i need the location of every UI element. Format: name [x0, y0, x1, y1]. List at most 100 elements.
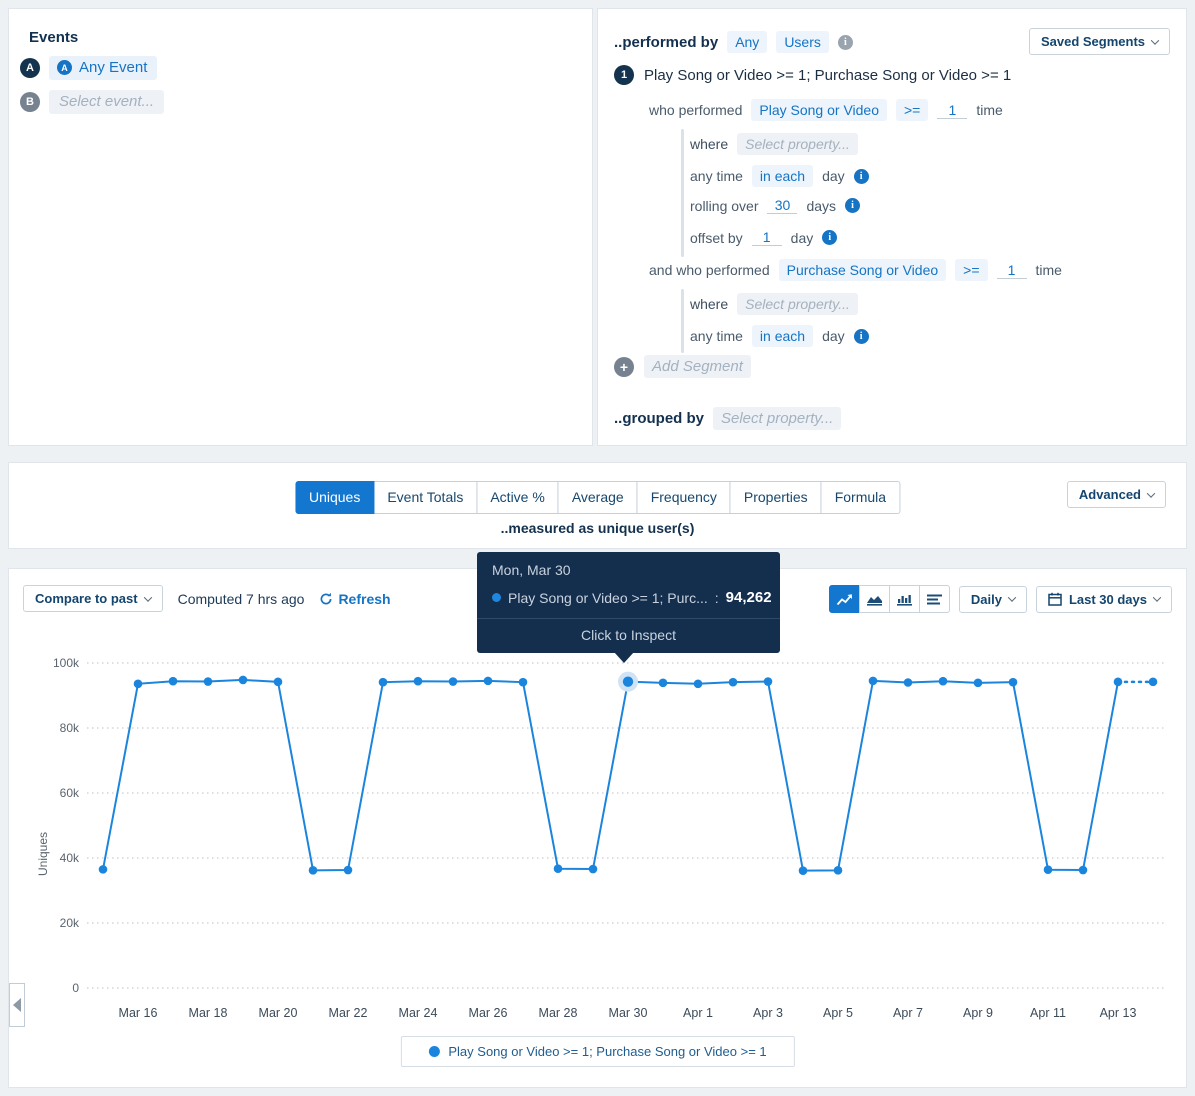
rolling-input[interactable]	[767, 197, 797, 214]
data-point[interactable]	[344, 866, 353, 875]
data-point[interactable]	[974, 679, 983, 688]
highlighted-data-point[interactable]	[623, 676, 633, 686]
data-point[interactable]	[99, 865, 108, 874]
data-point[interactable]	[309, 866, 318, 875]
data-point[interactable]	[414, 677, 423, 686]
clause1-offset-row: offset by day i	[690, 229, 837, 246]
add-segment-button[interactable]: Add Segment	[644, 355, 751, 378]
measured-as-text: ..measured as unique user(s)	[9, 520, 1186, 536]
chevron-down-icon	[1147, 489, 1155, 497]
data-point[interactable]	[904, 678, 913, 687]
clause1-anytime-row: any time in each day i	[690, 165, 869, 187]
tab-active-percent[interactable]: Active %	[476, 481, 558, 514]
data-point[interactable]	[1044, 865, 1053, 874]
data-point[interactable]	[1149, 678, 1158, 687]
clause1-count-input[interactable]	[937, 102, 967, 119]
data-point[interactable]	[554, 864, 563, 873]
chart-tooltip: Mon, Mar 30 Play Song or Video >= 1; Pur…	[477, 552, 780, 653]
x-tick-label: Apr 9	[963, 1006, 993, 1020]
data-point[interactable]	[659, 679, 668, 688]
data-point[interactable]	[799, 866, 808, 875]
performed-by-row: ..performed by Any Users i	[614, 31, 853, 53]
event-select-b[interactable]: Select event...	[49, 90, 164, 114]
data-point[interactable]	[939, 677, 948, 686]
x-tick-label: Mar 24	[399, 1006, 438, 1020]
tab-formula[interactable]: Formula	[821, 481, 900, 514]
y-tick-label: 80k	[60, 721, 80, 735]
data-point[interactable]	[1079, 866, 1088, 875]
tooltip-separator: :	[715, 590, 719, 606]
y-tick-label: 20k	[60, 916, 80, 930]
clause2-where-row: where Select property...	[690, 293, 858, 315]
chart-legend[interactable]: Play Song or Video >= 1; Purchase Song o…	[400, 1036, 794, 1067]
clause2-count-input[interactable]	[997, 262, 1027, 279]
data-point[interactable]	[204, 677, 213, 686]
collapse-panel-handle[interactable]	[9, 983, 25, 1027]
advanced-button[interactable]: Advanced	[1067, 481, 1166, 508]
x-tick-label: Apr 11	[1030, 1006, 1066, 1020]
clause1-event-pill[interactable]: Play Song or Video	[751, 99, 887, 121]
data-point[interactable]	[134, 680, 143, 689]
offset-label: offset by	[690, 230, 743, 246]
clause1-suffix: time	[976, 102, 1002, 118]
saved-segments-button[interactable]: Saved Segments	[1029, 28, 1170, 55]
tooltip-caret	[614, 652, 634, 663]
x-tick-label: Apr 3	[753, 1006, 783, 1020]
users-pill[interactable]: Users	[776, 31, 829, 53]
data-point[interactable]	[764, 677, 773, 686]
metrics-bar: Uniques Event Totals Active % Average Fr…	[8, 462, 1187, 549]
offset-info-icon[interactable]: i	[822, 230, 837, 245]
data-point[interactable]	[169, 677, 178, 686]
data-point[interactable]	[729, 678, 738, 687]
tooltip-series-dot	[492, 593, 501, 602]
clause1-where-select[interactable]: Select property...	[737, 133, 858, 155]
data-point[interactable]	[869, 677, 878, 686]
clause2-where-select[interactable]: Select property...	[737, 293, 858, 315]
tab-frequency[interactable]: Frequency	[637, 481, 731, 514]
clause1-row: who performed Play Song or Video >= time	[649, 99, 1003, 121]
clause1-indent-bar	[681, 129, 684, 257]
y-tick-label: 60k	[60, 786, 80, 800]
clause2-day-label: day	[822, 328, 845, 344]
y-tick-label: 0	[72, 981, 79, 995]
clause2-in-each-pill[interactable]: in each	[752, 325, 813, 347]
in-each-info-icon[interactable]: i	[854, 169, 869, 184]
clause2-event-pill[interactable]: Purchase Song or Video	[779, 259, 947, 281]
data-point[interactable]	[1009, 678, 1018, 687]
tab-average[interactable]: Average	[558, 481, 638, 514]
data-point[interactable]	[1114, 678, 1123, 687]
clause2-operator-pill[interactable]: >=	[955, 259, 987, 281]
data-point[interactable]	[519, 678, 528, 687]
clause2-in-each-info-icon[interactable]: i	[854, 329, 869, 344]
event-row-a: A A Any Event	[20, 56, 157, 80]
event-badge-a: A	[20, 58, 40, 78]
events-title: Events	[29, 29, 78, 46]
tab-uniques[interactable]: Uniques	[295, 481, 374, 514]
clause2-row: and who performed Purchase Song or Video…	[649, 259, 1062, 281]
offset-input[interactable]	[752, 229, 782, 246]
rolling-info-icon[interactable]: i	[845, 198, 860, 213]
data-point[interactable]	[484, 677, 493, 686]
tab-event-totals[interactable]: Event Totals	[373, 481, 477, 514]
tooltip-inspect-button[interactable]: Click to Inspect	[477, 618, 780, 653]
data-point[interactable]	[274, 678, 283, 687]
clause2-anytime-label: any time	[690, 328, 743, 344]
event-select-a[interactable]: A Any Event	[49, 56, 157, 80]
clause2-suffix: time	[1036, 262, 1062, 278]
data-point[interactable]	[449, 677, 458, 686]
x-tick-label: Mar 28	[539, 1006, 578, 1020]
event-label-a: Any Event	[79, 59, 147, 76]
any-pill[interactable]: Any	[727, 31, 767, 53]
clause1-in-each-pill[interactable]: in each	[752, 165, 813, 187]
data-point[interactable]	[379, 678, 388, 687]
data-point[interactable]	[239, 676, 248, 685]
event-row-b: B Select event...	[20, 90, 164, 114]
users-info-icon[interactable]: i	[838, 35, 853, 50]
tab-properties[interactable]: Properties	[730, 481, 822, 514]
clause1-operator-pill[interactable]: >=	[896, 99, 928, 121]
data-point[interactable]	[834, 866, 843, 875]
add-segment-plus-icon[interactable]: +	[614, 357, 634, 377]
grouped-by-select[interactable]: Select property...	[713, 407, 841, 430]
data-point[interactable]	[589, 865, 598, 874]
data-point[interactable]	[694, 680, 703, 689]
